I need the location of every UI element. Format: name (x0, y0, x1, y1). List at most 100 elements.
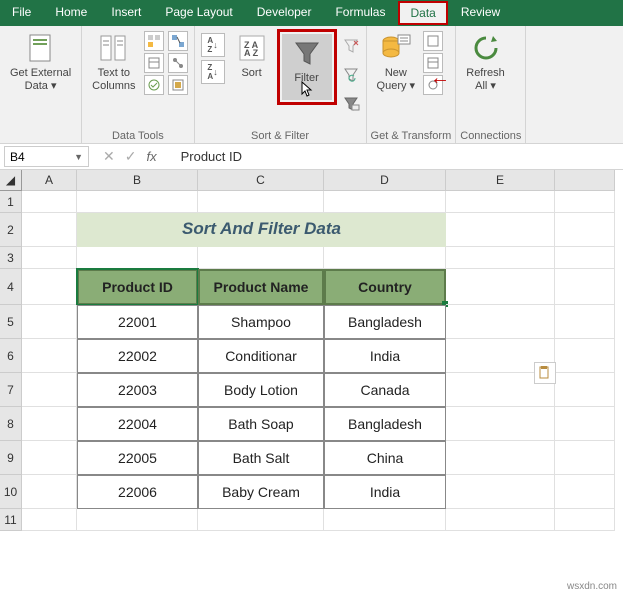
cell[interactable] (446, 441, 555, 475)
table-cell[interactable]: 22003 (77, 373, 198, 407)
cell[interactable] (22, 509, 77, 531)
consolidate-button[interactable] (168, 31, 188, 51)
cell[interactable] (77, 191, 198, 213)
reapply-filter-button[interactable] (340, 62, 362, 88)
cell[interactable] (22, 305, 77, 339)
cell[interactable] (446, 247, 555, 269)
cell[interactable] (22, 407, 77, 441)
cell[interactable] (324, 509, 446, 531)
cell[interactable] (446, 475, 555, 509)
table-cell[interactable]: Bath Soap (198, 407, 324, 441)
header-country[interactable]: Country (324, 269, 446, 305)
sort-button[interactable]: Z AA Z Sort (227, 29, 277, 83)
clear-filter-button[interactable] (340, 33, 362, 59)
advanced-filter-button[interactable] (340, 91, 362, 117)
cell[interactable] (22, 269, 77, 305)
cell[interactable] (22, 213, 77, 247)
row-head-2[interactable]: 2 (0, 213, 22, 247)
select-all-corner[interactable]: ◢ (0, 170, 22, 191)
sort-az-button[interactable]: AZ↓ (201, 33, 225, 57)
table-cell[interactable]: Bangladesh (324, 407, 446, 441)
table-cell[interactable]: 22004 (77, 407, 198, 441)
table-cell[interactable]: India (324, 475, 446, 509)
cell[interactable] (555, 441, 615, 475)
row-head-3[interactable]: 3 (0, 247, 22, 269)
table-cell[interactable]: Baby Cream (198, 475, 324, 509)
cell[interactable] (446, 213, 555, 247)
table-cell[interactable]: Body Lotion (198, 373, 324, 407)
row-head-4[interactable]: 4 (0, 269, 22, 305)
cell[interactable] (555, 407, 615, 441)
name-box-dropdown-icon[interactable]: ▼ (74, 152, 83, 162)
col-head-a[interactable]: A (22, 170, 77, 191)
col-head-d[interactable]: D (324, 170, 446, 191)
table-cell[interactable]: 22002 (77, 339, 198, 373)
header-productname[interactable]: Product Name (198, 269, 324, 305)
cell[interactable] (198, 247, 324, 269)
cell[interactable] (22, 247, 77, 269)
table-cell[interactable]: 22005 (77, 441, 198, 475)
row-head-1[interactable]: 1 (0, 191, 22, 213)
title-cell[interactable]: Sort And Filter Data (77, 213, 446, 247)
table-cell[interactable]: India (324, 339, 446, 373)
text-to-columns-button[interactable]: Text to Columns (86, 29, 141, 96)
relationships-button[interactable] (168, 53, 188, 73)
tab-data[interactable]: Data (398, 1, 447, 25)
cell[interactable] (22, 339, 77, 373)
col-head-b[interactable]: B (77, 170, 198, 191)
row-head-8[interactable]: 8 (0, 407, 22, 441)
cell[interactable] (555, 191, 615, 213)
cell[interactable] (446, 191, 555, 213)
row-head-10[interactable]: 10 (0, 475, 22, 509)
cell[interactable] (77, 247, 198, 269)
table-cell[interactable]: Conditionar (198, 339, 324, 373)
tab-insert[interactable]: Insert (99, 0, 153, 26)
tab-developer[interactable]: Developer (245, 0, 324, 26)
tab-pagelayout[interactable]: Page Layout (153, 0, 244, 26)
show-queries-button[interactable] (423, 31, 443, 51)
cell[interactable] (22, 191, 77, 213)
cell[interactable] (22, 475, 77, 509)
table-cell[interactable]: Bangladesh (324, 305, 446, 339)
cell[interactable] (555, 339, 615, 373)
table-cell[interactable]: Canada (324, 373, 446, 407)
cell[interactable] (555, 213, 615, 247)
sort-za-button[interactable]: ZA↓ (201, 60, 225, 84)
cell[interactable] (555, 305, 615, 339)
cell[interactable] (198, 191, 324, 213)
cell[interactable] (77, 509, 198, 531)
cell[interactable] (446, 269, 555, 305)
row-head-6[interactable]: 6 (0, 339, 22, 373)
cell[interactable] (22, 441, 77, 475)
header-productid[interactable]: Product ID (77, 269, 198, 305)
cell[interactable] (324, 191, 446, 213)
row-head-5[interactable]: 5 (0, 305, 22, 339)
cell[interactable] (22, 373, 77, 407)
table-cell[interactable]: Bath Salt (198, 441, 324, 475)
cell[interactable] (446, 509, 555, 531)
table-cell[interactable]: Shampoo (198, 305, 324, 339)
paste-options-tag[interactable] (534, 362, 556, 384)
flash-fill-button[interactable] (144, 31, 164, 51)
col-head-f[interactable] (555, 170, 615, 191)
new-query-button[interactable]: New Query ▾ (371, 29, 422, 96)
manage-model-button[interactable] (168, 75, 188, 95)
fx-icon[interactable]: fx (146, 149, 156, 164)
tab-review[interactable]: Review (449, 0, 512, 26)
cell[interactable] (324, 247, 446, 269)
table-cell[interactable]: 22001 (77, 305, 198, 339)
cell[interactable] (446, 305, 555, 339)
name-box[interactable]: B4 ▼ (4, 146, 89, 167)
tab-formulas[interactable]: Formulas (323, 0, 397, 26)
row-head-11[interactable]: 11 (0, 509, 22, 531)
table-cell[interactable]: 22006 (77, 475, 198, 509)
spreadsheet-grid[interactable]: ◢ A B C D E 1 2 Sort And Filter Data 3 4… (0, 170, 623, 531)
filter-button[interactable]: Filter (282, 34, 332, 100)
get-external-data-button[interactable]: Get External Data ▾ (4, 29, 77, 96)
tab-home[interactable]: Home (43, 0, 99, 26)
cell[interactable] (555, 475, 615, 509)
col-head-c[interactable]: C (198, 170, 324, 191)
data-validation-button[interactable] (144, 75, 164, 95)
cell[interactable] (555, 247, 615, 269)
remove-dup-button[interactable] (144, 53, 164, 73)
